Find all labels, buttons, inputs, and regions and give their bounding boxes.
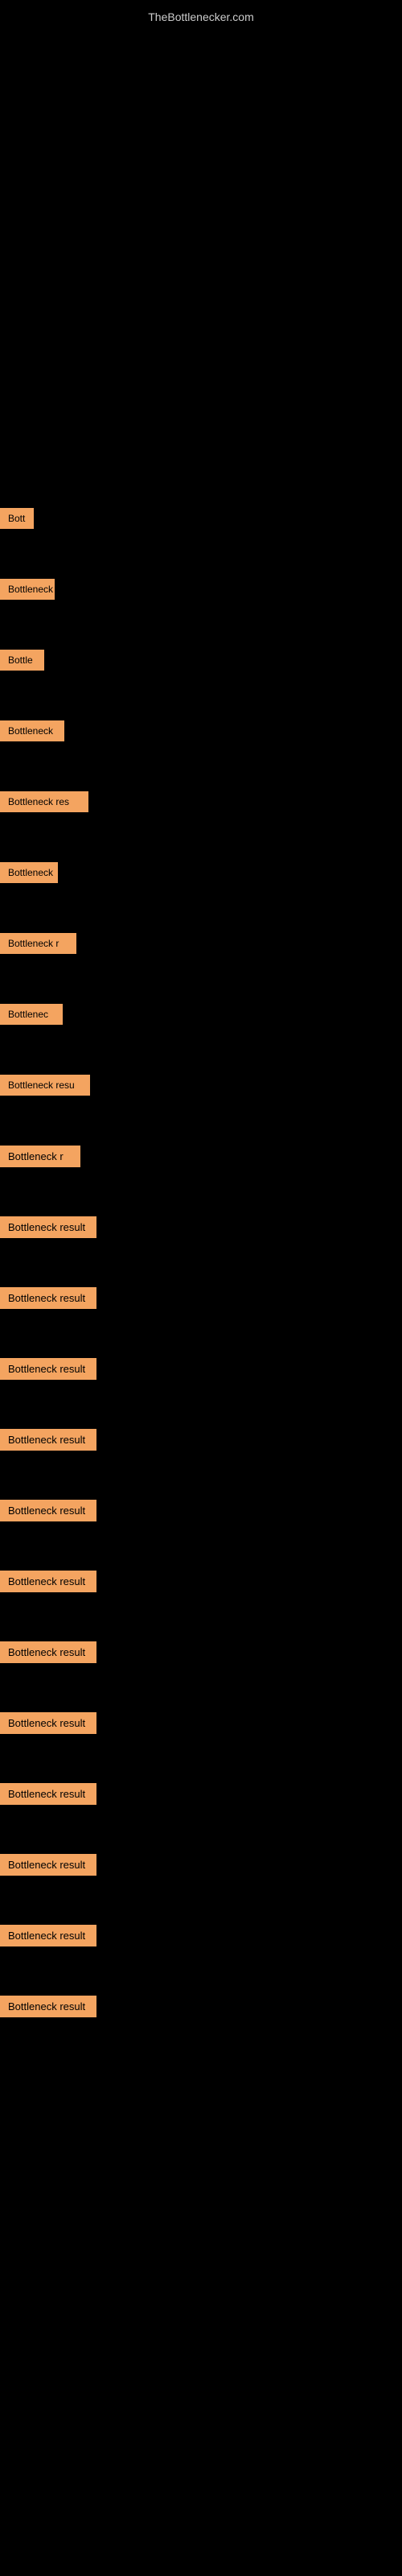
list-item: Bottleneck result (0, 1900, 402, 1971)
bottleneck-result-label[interactable]: Bottleneck (0, 862, 58, 883)
list-item: Bottle (0, 625, 402, 696)
list-item: Bottleneck result (0, 1404, 402, 1475)
list-item: Bottleneck (0, 554, 402, 625)
list-item: Bottleneck result (0, 1333, 402, 1404)
bottleneck-result-label[interactable]: Bottlenec (0, 1004, 63, 1025)
list-item: Bottleneck resu (0, 1050, 402, 1121)
bottleneck-result-label[interactable]: Bottleneck result (0, 1358, 96, 1380)
bottleneck-result-label[interactable]: Bottleneck r (0, 933, 76, 954)
bottleneck-result-label[interactable]: Bottleneck res (0, 791, 88, 812)
bottleneck-result-label[interactable]: Bottle (0, 650, 44, 671)
list-item: Bottleneck result (0, 1475, 402, 1546)
list-item: Bottlenec (0, 979, 402, 1050)
list-item: Bottleneck r (0, 908, 402, 979)
list-item: Bottleneck result (0, 1191, 402, 1262)
bottleneck-result-label[interactable]: Bottleneck result (0, 1216, 96, 1238)
list-item: Bottleneck (0, 837, 402, 908)
bottleneck-result-label[interactable]: Bottleneck result (0, 1996, 96, 2017)
list-item: Bottleneck res (0, 766, 402, 837)
bottleneck-result-label[interactable]: Bottleneck result (0, 1854, 96, 1876)
bottleneck-result-label[interactable]: Bottleneck result (0, 1429, 96, 1451)
list-item: Bottleneck result (0, 1687, 402, 1758)
list-item: Bottleneck result (0, 1616, 402, 1687)
bottleneck-result-label[interactable]: Bottleneck result (0, 1500, 96, 1521)
list-item: Bottleneck r (0, 1121, 402, 1191)
list-item: Bott (0, 483, 402, 554)
list-item: Bottleneck result (0, 1262, 402, 1333)
list-item: Bottleneck (0, 696, 402, 766)
bottleneck-result-label[interactable]: Bottleneck result (0, 1783, 96, 1805)
list-item: Bottleneck result (0, 1971, 402, 2041)
bottleneck-items-container: Bott Bottleneck Bottle Bottleneck Bottleneck… (0, 483, 402, 2041)
bottleneck-result-label[interactable]: Bottleneck result (0, 1925, 96, 1946)
list-item: Bottleneck result (0, 1829, 402, 1900)
bottleneck-result-label[interactable]: Bottleneck r (0, 1146, 80, 1167)
bottleneck-result-label[interactable]: Bottleneck result (0, 1287, 96, 1309)
bottleneck-result-label[interactable]: Bottleneck (0, 720, 64, 741)
list-item: Bottleneck result (0, 1758, 402, 1829)
bottleneck-result-label[interactable]: Bottleneck resu (0, 1075, 90, 1096)
bottleneck-result-label[interactable]: Bott (0, 508, 34, 529)
bottleneck-result-label[interactable]: Bottleneck result (0, 1641, 96, 1663)
list-item: Bottleneck result (0, 1546, 402, 1616)
bottleneck-result-label[interactable]: Bottleneck result (0, 1712, 96, 1734)
bottleneck-result-label[interactable]: Bottleneck (0, 579, 55, 600)
bottleneck-result-label[interactable]: Bottleneck result (0, 1571, 96, 1592)
site-title: TheBottlenecker.com (0, 4, 402, 30)
